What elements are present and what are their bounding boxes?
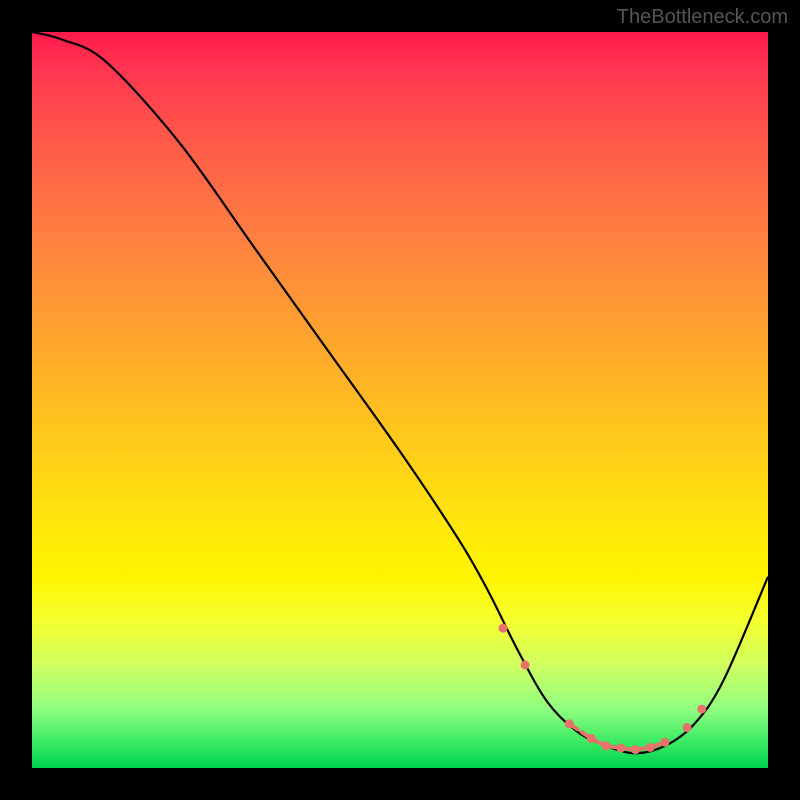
optimal-marker bbox=[646, 743, 655, 752]
optimal-marker bbox=[587, 734, 596, 743]
optimal-marker bbox=[697, 705, 706, 714]
chart-svg bbox=[32, 32, 768, 768]
optimal-marker bbox=[499, 624, 508, 633]
watermark-text: TheBottleneck.com bbox=[617, 6, 788, 29]
optimal-marker bbox=[683, 723, 692, 732]
marker-layer bbox=[499, 624, 707, 754]
optimal-marker bbox=[521, 660, 530, 669]
curve-layer bbox=[32, 32, 768, 753]
optimal-marker bbox=[631, 745, 640, 754]
optimal-marker bbox=[616, 744, 625, 753]
bottleneck-curve bbox=[32, 32, 768, 753]
optimal-marker bbox=[565, 719, 574, 728]
optimal-marker bbox=[602, 741, 611, 750]
chart-plot-area bbox=[32, 32, 768, 768]
optimal-marker bbox=[660, 738, 669, 747]
